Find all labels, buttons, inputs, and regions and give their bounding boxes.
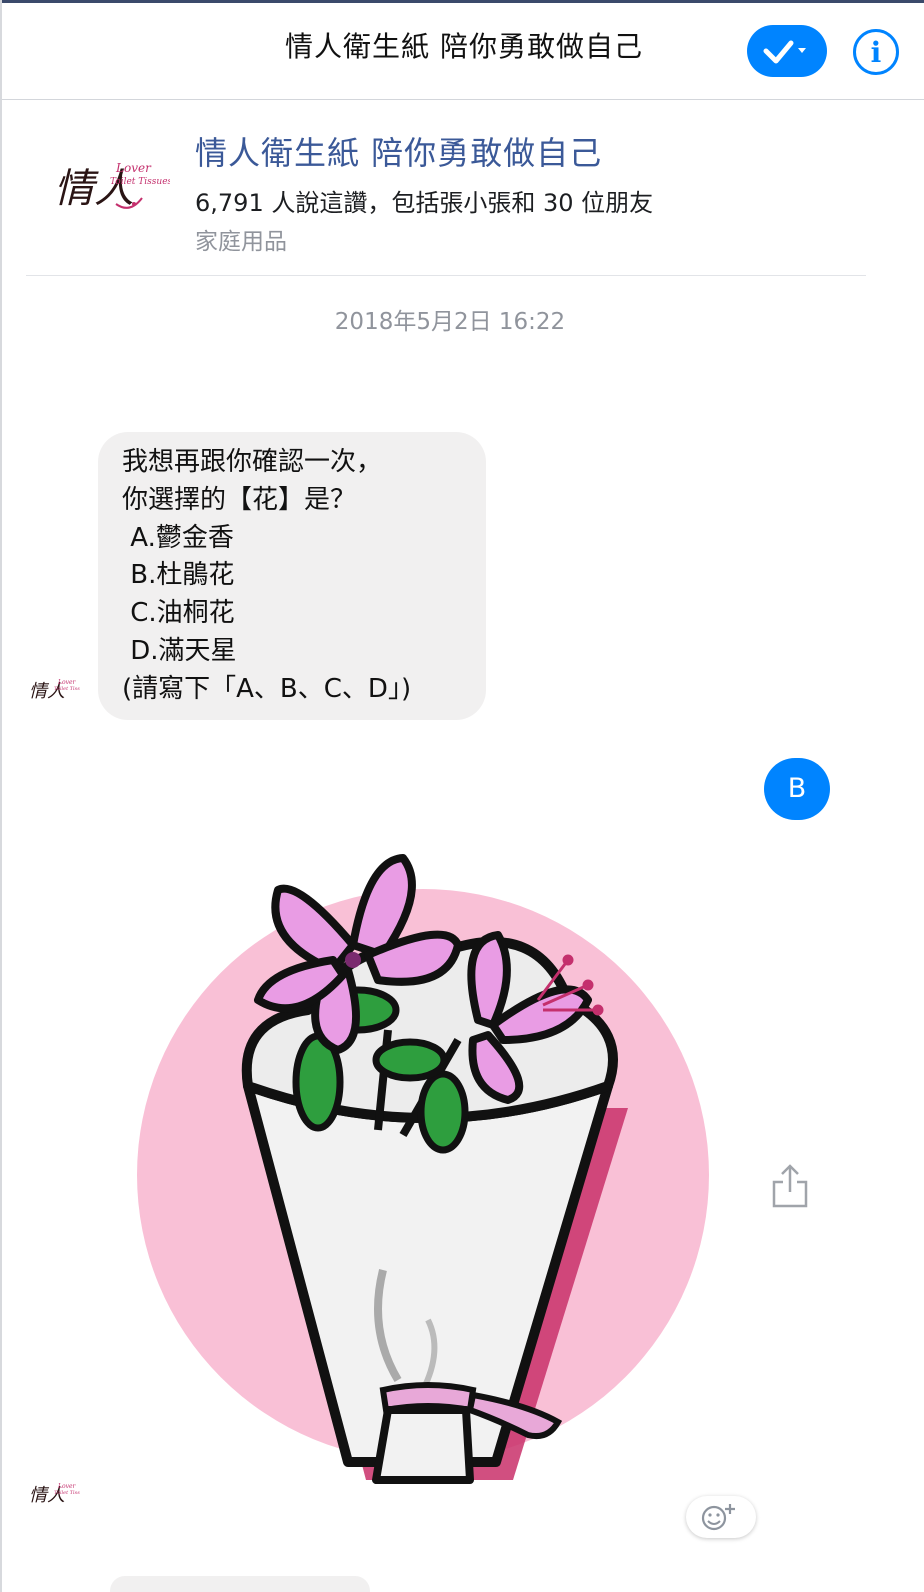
svg-text:Lover: Lover — [57, 679, 77, 686]
add-reaction-icon — [701, 1504, 735, 1531]
outgoing-message-bubble[interactable]: B — [764, 758, 830, 820]
svg-text:Toilet Tissues: Toilet Tissues — [54, 1490, 80, 1496]
done-dropdown-button[interactable] — [747, 25, 827, 77]
add-reaction-button[interactable] — [686, 1496, 756, 1538]
card-divider — [26, 275, 866, 276]
message-line: (請寫下「A、B、C、D」) — [122, 673, 412, 704]
message-line: D.滿天星 — [122, 635, 237, 666]
bouquet-illustration-icon — [137, 854, 709, 1484]
svg-text:Lover: Lover — [115, 161, 152, 175]
checkmark-dropdown-icon — [763, 40, 806, 64]
conversation-header: 情人衛生紙 陪你勇敢做自己 i — [2, 3, 924, 100]
lover-logo-icon: 情人 Lover Toilet Tissues — [29, 1483, 89, 1506]
share-icon — [772, 1164, 808, 1208]
message-line: C.油桐花 — [122, 598, 235, 629]
message-line: B.杜鵑花 — [122, 560, 235, 591]
page-likes-count: 6,791 人說這讚，包括張小張和 30 位朋友 — [195, 189, 654, 217]
message-timestamp: 2018年5月2日 16:22 — [334, 309, 566, 335]
sender-avatar[interactable]: 情人 Lover Toilet Tissues — [28, 672, 89, 708]
page-category: 家庭用品 — [195, 229, 287, 255]
window-left-border — [0, 0, 2, 1592]
sender-avatar[interactable]: 情人 Lover Toilet Tissues — [28, 1476, 89, 1512]
azalea-bouquet-sticker[interactable] — [98, 850, 758, 1510]
lover-logo-icon: 情人 Lover Toilet Tissues — [54, 161, 173, 212]
lover-logo-icon: 情人 Lover Toilet Tissues — [29, 679, 89, 702]
page-name[interactable]: 情人衛生紙 陪你勇敢做自己 — [195, 128, 602, 174]
message-line: A.鬱金香 — [122, 522, 234, 553]
svg-text:Toilet Tissues: Toilet Tissues — [110, 177, 170, 187]
info-button[interactable]: i — [853, 29, 899, 75]
svg-text:Lover: Lover — [57, 1483, 77, 1490]
message-line: 你選擇的【花】是？ — [122, 484, 357, 515]
next-message-bubble-peek — [110, 1576, 370, 1592]
svg-text:Toilet Tissues: Toilet Tissues — [54, 686, 80, 692]
info-icon: i — [870, 36, 882, 69]
share-button[interactable] — [770, 1162, 810, 1210]
message-line: 我想再跟你確認一次， — [122, 447, 383, 477]
incoming-message-bubble[interactable]: 我想再跟你確認一次， 你選擇的【花】是？ A.鬱金香 B.杜鵑花 C.油桐花 D… — [98, 432, 486, 720]
page-logo[interactable]: 情人 Lover Toilet Tissues — [50, 146, 173, 226]
